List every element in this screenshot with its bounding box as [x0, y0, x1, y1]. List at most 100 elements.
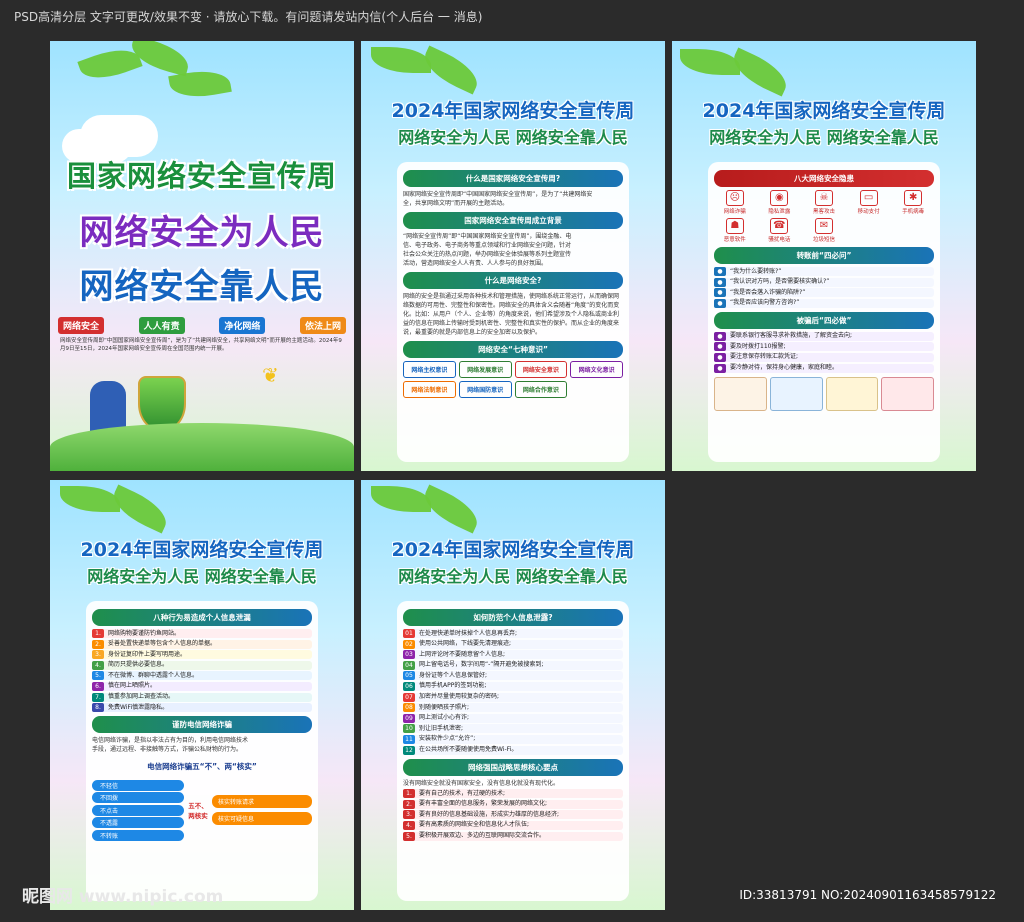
section-heading: 什么是国家网络安全宣传周? — [403, 170, 623, 187]
awareness-item: 网络安全意识 — [514, 361, 568, 378]
site-watermark: 昵图网 www.nipic.com — [22, 887, 224, 907]
year-title: 2024年国家网络安全宣传周 — [702, 100, 946, 122]
content-card: 如何防范个人信息泄露? 01 在处理快递单时抹掉个人信息再丢弃; 02 使用公共网络… — [397, 601, 629, 901]
list-item: 5. 不在微博、群聊中透露个人信息。 — [92, 671, 312, 681]
list-item: 3. 要有良好的信息基础设施，形成实力雄厚的信息经济; — [403, 810, 623, 820]
hazard-item: ☠ 黑客攻击 — [812, 190, 835, 215]
poster-4: 2024年国家网络安全宣传周 网络安全为人民 网络安全靠人民 八种行为易造成个人… — [50, 480, 354, 910]
content-card: 八种行为易造成个人信息泄漏 1. 网络购物要谨防钓鱼网站。 2. 妥善处置快递单等包… — [86, 601, 318, 901]
list-item: ● “我是否会落入诈骗的陷阱?” — [714, 288, 934, 298]
section-heading: 八大网络安全隐患 — [714, 170, 934, 187]
section-heading: 谨防电信网络诈骗 — [92, 716, 312, 734]
section-lead: 没有网络安全就没有国家安全，没有信息化就没有现代化。 — [403, 779, 560, 787]
cartoon-panel — [714, 376, 767, 411]
leak-behaviours-list: 1. 网络购物要谨防钓鱼网站。 2. 妥善处置快递单等包含个人信息的单据。 3. 身份… — [92, 629, 312, 713]
section-heading: 网络安全“七种意识” — [403, 341, 623, 358]
year-title: 2024年国家网络安全宣传周 — [391, 539, 635, 561]
hazard-item: ☎ 骚扰电话 — [768, 218, 791, 243]
list-item: 2. 要有丰富全面的信息服务，繁荣发展的网络文化; — [403, 799, 623, 809]
list-item: 06 慎用手机APP的签到功能; — [403, 681, 623, 691]
awareness-item: 网络发展意识 — [458, 361, 512, 378]
no-item: 不点击 — [92, 804, 184, 816]
butterfly-icon: ❦ — [262, 363, 279, 387]
list-item: 6. 慎在网上晒照片。 — [92, 681, 312, 691]
poster1-desc: 网络安全宣传周即“中国国家网络安全宣传周”，是为了“共建网络安全，共享网络文明”… — [60, 338, 342, 352]
phone-icon: ☎ — [770, 218, 789, 234]
cartoon-panel — [825, 376, 879, 411]
list-item: 03 上网评论时不要随意留个人信息; — [403, 650, 623, 660]
section-heading: 电信网络诈骗五“不”、两“核实” — [147, 762, 257, 772]
leaf-decoration — [60, 486, 120, 512]
core-points-list: 1. 要有自己的技术，有过硬的技术; 2. 要有丰富全面的信息服务，繁荣发展的网络文… — [403, 789, 623, 841]
content-card: 什么是国家网络安全宣传周? 国家网络安全宣传周即“中国国家网络安全宣传周”，是为… — [397, 162, 629, 462]
leaf-decoration — [371, 47, 431, 73]
content-card: 八大网络安全隐患 ☹ 网络诈骗 ◉ 隐私泄露 ☠ 黑客攻击 ▭ 移动支付 ✱ 手机病毒 ☗… — [708, 162, 940, 462]
hazard-item: ☗ 恶意软件 — [723, 218, 746, 243]
header-note: PSD高清分层 文字可更改/效果不变 · 请放心下载。有问题请发站内信(个人后台… — [14, 10, 483, 24]
cartoon-strip — [714, 376, 934, 411]
poster1-line3: 网络安全靠人民 — [79, 267, 325, 307]
list-item: ● “我是否应该向警方咨询?” — [714, 298, 934, 308]
card-icon: ▭ — [859, 190, 878, 206]
chip: 网络安全 — [58, 317, 105, 334]
list-item: 1. 要有自己的技术，有过硬的技术; — [403, 789, 623, 799]
hacker-icon: ☠ — [814, 190, 833, 206]
section-heading: 如何防范个人信息泄露? — [403, 609, 623, 626]
section-heading: 被骗后“四必做” — [714, 311, 934, 329]
awareness-item: 网络法制意识 — [403, 381, 456, 398]
list-item: 04 网上留电话号，数字间用“-”隔开避免被搜索到; — [403, 660, 623, 670]
no-item: 不轻信 — [92, 779, 184, 791]
eight-hazards-grid: ☹ 网络诈骗 ◉ 隐私泄露 ☠ 黑客攻击 ▭ 移动支付 ✱ 手机病毒 ☗ 恶意软件 ☎ 骚扰电… — [714, 190, 934, 243]
slogan-title: 网络安全为人民 网络安全靠人民 — [398, 128, 628, 147]
section-text: 电信网络诈骗，是指以非法占有为目的，利用电信网络技术手段，通过远程、非接触等方式… — [92, 737, 249, 754]
five-no-list: 不轻信 不回拨 不点击 不透露 不转账 — [92, 778, 184, 842]
chip: 人人有责 — [138, 317, 185, 334]
section-heading: 转账前“四必问” — [714, 247, 934, 264]
section-heading: 网络强国战略思想核心要点 — [403, 758, 623, 776]
poster1-line2: 网络安全为人民 — [79, 213, 325, 253]
list-item: 5. 要积极开展双边、多边的互联网国际交流合作。 — [403, 831, 623, 841]
cartoon-panel — [769, 376, 823, 411]
list-item: 8. 免费WiFi慎泄露隐私。 — [92, 703, 312, 713]
five-two-block: 不轻信 不回拨 不点击 不透露 不转账 五不、两核实 核实转账请求 核实可疑信息 — [92, 778, 312, 842]
prevent-leak-list: 01 在处理快递单时抹掉个人信息再丢弃; 02 使用公共网络，下线要先清理痕迹; 0… — [403, 629, 623, 755]
slogan-title: 网络安全为人民 网络安全靠人民 — [398, 567, 628, 586]
section-text: 国家网络安全宣传周即“中国国家网络安全宣传周”，是为了“共建网络安全，共享网络文… — [403, 191, 593, 207]
ghost-icon: ☗ — [725, 218, 744, 234]
list-item: ● 要联系银行客服寻求补救措施，了解资金去向; — [714, 331, 934, 341]
section-heading: 什么是网络安全? — [403, 272, 623, 289]
chip: 净化网络 — [219, 317, 266, 334]
hazard-item: ◉ 隐私泄露 — [768, 190, 791, 215]
list-item: 7. 慎重参加网上调查活动。 — [92, 692, 312, 702]
slogan-title: 网络安全为人民 网络安全靠人民 — [709, 128, 939, 147]
list-item: 08 别随便晒孩子照片; — [403, 703, 623, 713]
section-text: 网络的安全是指通过采用各种技术和管理措施，使网络系统正常运行，从而确保网络数据的… — [403, 293, 620, 336]
seven-awareness-grid: 网络主权意识 网络发展意识 网络安全意识 网络文化意识 网络法制意识 网络国防意… — [403, 361, 623, 398]
section-heading: 八种行为易造成个人信息泄漏 — [92, 609, 312, 626]
awareness-item: 网络国防意识 — [458, 381, 512, 398]
list-item: 1. 网络购物要谨防钓鱼网站。 — [92, 629, 312, 638]
section-heading: 国家网络安全宣传周成立背景 — [403, 212, 623, 229]
mail-icon: ✉ — [814, 218, 833, 234]
hazard-item: ▭ 移动支付 — [857, 190, 880, 215]
leaf-decoration — [680, 49, 740, 75]
year-title: 2024年国家网络安全宣传周 — [80, 539, 324, 561]
awareness-item: 网络文化意识 — [570, 361, 623, 378]
ask-list: ● “我为什么要转账?” ● “我认识对方吗，是否需要核实确认?” ● “我是否会落入… — [714, 267, 934, 308]
verify-item: 核实可疑信息 — [212, 812, 312, 826]
awareness-item: 网络合作意识 — [514, 381, 568, 398]
cartoon-panel — [881, 376, 934, 411]
year-title: 2024年国家网络安全宣传周 — [391, 100, 635, 122]
chip: 依法上网 — [299, 317, 346, 334]
list-item: ● 要冷静对待，保持身心健康，家庭和睦。 — [714, 363, 934, 373]
list-item: 05 身份证等个人信息保管好; — [403, 671, 623, 681]
list-item: 2. 妥善处置快递单等包含个人信息的单据。 — [92, 639, 312, 649]
do-list: ● 要联系银行客服寻求补救措施，了解资金去向; ● 要及时拨打110报警; ● 要注意… — [714, 331, 934, 373]
awareness-item: 网络主权意识 — [403, 361, 456, 378]
list-item: 02 使用公共网络，下线要先清理痕迹; — [403, 639, 623, 649]
hazard-item: ☹ 网络诈骗 — [723, 190, 746, 215]
eye-off-icon: ◉ — [770, 190, 789, 206]
no-item: 不回拨 — [92, 792, 184, 804]
list-item: ● 要注意保存转账汇款凭证; — [714, 352, 934, 362]
poster-3: 2024年国家网络安全宣传周 网络安全为人民 网络安全靠人民 八大网络安全隐患 … — [672, 41, 976, 471]
